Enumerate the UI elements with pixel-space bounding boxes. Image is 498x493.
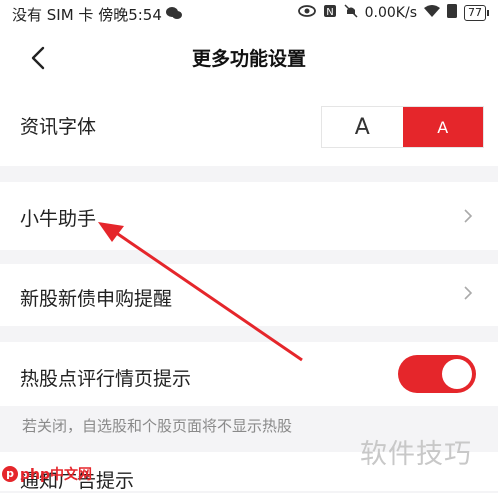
chevron-right-icon	[464, 286, 473, 300]
hot-stock-tip-switch[interactable]	[398, 355, 476, 393]
php-logo-icon: p	[2, 466, 18, 482]
font-size-toggle: A A	[321, 106, 484, 148]
wifi-icon	[424, 4, 440, 22]
page-title: 更多功能设置	[191, 48, 306, 70]
carrier-time: 没有 SIM 卡 傍晚5:54	[12, 6, 162, 24]
assistant-row[interactable]: 小牛助手	[0, 182, 498, 250]
page-header: 更多功能设置	[0, 30, 498, 86]
wechat-icon	[165, 6, 182, 24]
assistant-label: 小牛助手	[20, 208, 97, 230]
nfc-icon: N	[323, 4, 337, 22]
hot-stock-hint: 若关闭，自选股和个股页面将不显示热股	[22, 417, 293, 435]
status-left: 没有 SIM 卡 傍晚5:54	[12, 4, 182, 25]
watermark-logo: p php中文网	[2, 464, 92, 484]
mute-icon	[344, 4, 358, 22]
new-stock-reminder-label: 新股新债申购提醒	[20, 288, 173, 310]
battery-indicator: 77	[464, 5, 489, 21]
hot-stock-tip-label: 热股点评行情页提示	[20, 368, 192, 390]
network-speed: 0.00K/s	[364, 5, 417, 21]
switch-knob	[442, 359, 472, 389]
watermark-logo-text: php中文网	[20, 467, 93, 483]
new-stock-reminder-row[interactable]: 新股新债申购提醒	[0, 264, 498, 326]
watermark-text: 软件技巧	[360, 439, 472, 470]
font-large-option[interactable]: A	[402, 107, 483, 147]
eye-icon	[297, 5, 316, 21]
status-bar: 没有 SIM 卡 傍晚5:54 N 0.00K/s 77	[0, 0, 498, 30]
font-small-option[interactable]: A	[322, 107, 403, 147]
svg-text:N: N	[326, 7, 333, 18]
sim-icon	[447, 4, 457, 22]
chevron-right-icon	[464, 209, 473, 223]
font-setting-label: 资讯字体	[20, 116, 97, 138]
status-right: N 0.00K/s 77	[297, 4, 489, 22]
